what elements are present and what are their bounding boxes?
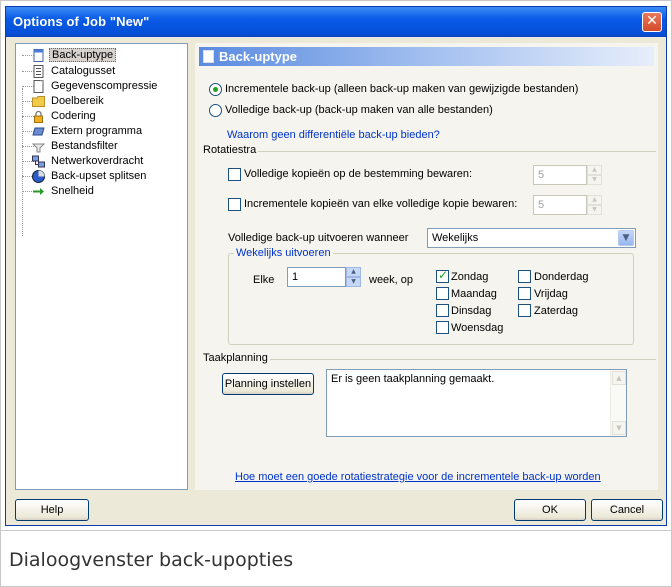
folder-icon	[32, 96, 45, 107]
schedule-scrollbar[interactable]: ▲ ▼	[610, 370, 626, 436]
spin-down-icon[interactable]: ▼	[587, 175, 602, 185]
sidebar-item-label: Gegevenscompressie	[51, 80, 158, 92]
program-icon	[32, 127, 45, 136]
spin-up-icon[interactable]: ▲	[346, 267, 361, 277]
rotation-strategy-link[interactable]: Hoe moet een goede rotatiestrategie voor…	[235, 471, 601, 484]
sidebar-item-label: Catalogusset	[51, 65, 116, 77]
monday-label: Maandag	[451, 288, 497, 300]
incremental-backup-label[interactable]: Incrementele back-up (alleen back-up mak…	[225, 83, 578, 96]
sidebar-item-label: Codering	[51, 110, 96, 122]
spin-down-icon[interactable]: ▼	[587, 205, 602, 215]
keep-incremental-copies-input[interactable]: 5	[533, 195, 587, 215]
filter-icon	[32, 143, 45, 153]
sidebar-item-label: Doelbereik	[51, 95, 104, 107]
keep-full-copies-spinner[interactable]: ▲ ▼	[587, 165, 602, 185]
panel-header: Back-uptype	[199, 47, 654, 66]
backup-type-panel: Back-uptype Incrementele back-up (alleen…	[195, 43, 658, 490]
tuesday-checkbox[interactable]	[436, 304, 449, 317]
help-button[interactable]: Help	[15, 499, 89, 521]
speed-icon	[33, 188, 44, 195]
sidebar-item-label: Back-uptype	[49, 48, 117, 62]
keep-incremental-copies-spinner[interactable]: ▲ ▼	[587, 195, 602, 215]
every-label: Elke	[253, 274, 275, 286]
caption-divider	[0, 530, 672, 531]
ok-button[interactable]: OK	[514, 499, 586, 521]
differential-backup-link[interactable]: Waarom geen differentiële back-up bieden…	[227, 129, 440, 142]
sidebar-item-label: Extern programma	[51, 125, 143, 137]
sidebar-item-label: Back-upset splitsen	[51, 170, 147, 182]
keep-full-copies-checkbox[interactable]	[228, 168, 241, 181]
tuesday-label: Dinsdag	[451, 305, 492, 317]
week-on-label: week, op	[369, 274, 414, 286]
network-icon	[32, 155, 45, 168]
rotation-legend: Rotatiestra	[201, 144, 259, 157]
run-full-backup-label: Volledige back-up uitvoeren wanneer	[228, 232, 409, 244]
document-icon	[203, 50, 214, 63]
weekly-legend: Wekelijks uitvoeren	[234, 247, 333, 260]
friday-label: Vrijdag	[534, 288, 568, 300]
sidebar-item-label: Netwerkoverdracht	[51, 155, 144, 167]
keep-full-copies-input[interactable]: 5	[533, 165, 587, 185]
saturday-label: Zaterdag	[534, 305, 579, 317]
figure-caption: Dialoogvenster back-upopties	[9, 549, 294, 571]
wednesday-checkbox[interactable]	[436, 321, 449, 334]
sidebar-item-label: Bestandsfilter	[51, 140, 118, 152]
title-bar[interactable]: Options of Job "New" ✕	[6, 7, 666, 37]
sidebar-item-label: Snelheid	[51, 185, 94, 197]
schedule-status-textarea[interactable]: Er is geen taakplanning gemaakt. ▲ ▼	[326, 369, 627, 437]
monday-checkbox[interactable]	[436, 287, 449, 300]
scroll-down-icon[interactable]: ▼	[612, 421, 626, 435]
set-schedule-button[interactable]: Planning instellen	[222, 373, 314, 395]
keep-incremental-copies-label: Incrementele kopieën van elke volledige …	[244, 198, 518, 210]
document-icon	[33, 49, 44, 62]
options-tree: Back-uptype Catalogusset Gegevenscompres…	[15, 43, 188, 490]
sunday-checkbox[interactable]	[436, 268, 449, 283]
split-icon	[32, 170, 45, 183]
window-title: Options of Job "New"	[13, 14, 150, 29]
keep-incremental-copies-checkbox[interactable]	[228, 198, 241, 211]
sunday-label: Zondag	[451, 271, 489, 283]
wednesday-label: Woensdag	[451, 322, 504, 334]
every-weeks-input[interactable]: 1	[287, 267, 346, 287]
chevron-down-icon[interactable]: ▼	[618, 230, 634, 246]
panel-title: Back-uptype	[219, 49, 298, 64]
run-full-backup-select[interactable]: Wekelijks ▼	[427, 228, 636, 248]
saturday-checkbox[interactable]	[518, 304, 531, 317]
rotation-divider	[209, 151, 656, 152]
options-dialog: Options of Job "New" ✕ Back-uptype Catal…	[5, 6, 667, 526]
keep-full-copies-label: Volledige kopieën op de bestemming bewar…	[244, 168, 473, 180]
catalog-icon	[33, 65, 44, 78]
spin-up-icon[interactable]: ▲	[587, 165, 602, 175]
full-backup-label[interactable]: Volledige back-up (back-up maken van all…	[225, 104, 493, 117]
close-icon[interactable]: ✕	[642, 12, 662, 32]
compression-icon	[33, 80, 44, 93]
friday-checkbox[interactable]	[518, 287, 531, 300]
spin-down-icon[interactable]: ▼	[346, 277, 361, 287]
scroll-up-icon[interactable]: ▲	[612, 371, 626, 385]
tree-connector	[22, 88, 23, 236]
scheduling-legend: Taakplanning	[201, 352, 270, 365]
full-backup-radio[interactable]	[209, 104, 222, 117]
lock-icon	[34, 110, 43, 123]
spin-up-icon[interactable]: ▲	[587, 195, 602, 205]
thursday-checkbox[interactable]	[518, 270, 531, 283]
scheduling-divider	[209, 359, 656, 360]
thursday-label: Donderdag	[534, 271, 589, 283]
cancel-button[interactable]: Cancel	[591, 499, 663, 521]
every-weeks-spinner[interactable]: ▲ ▼	[346, 267, 361, 287]
incremental-backup-radio[interactable]	[209, 83, 222, 96]
